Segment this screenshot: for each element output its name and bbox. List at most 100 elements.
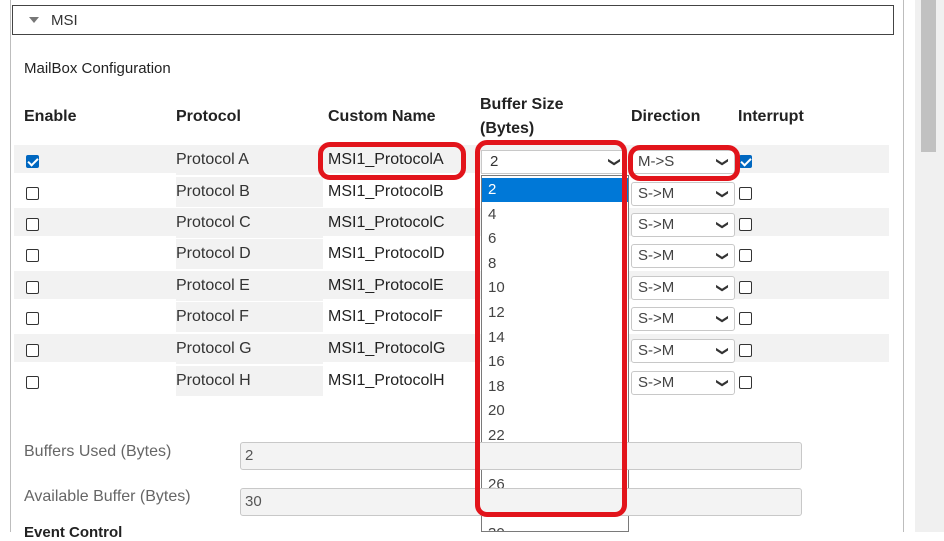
interrupt-checkbox[interactable]: [739, 187, 752, 200]
scrollbar-thumb[interactable]: [921, 0, 936, 152]
interrupt-checkbox[interactable]: [739, 281, 752, 294]
chevron-down-icon: ❯: [715, 313, 730, 325]
direction-select[interactable]: M->S ❯: [631, 150, 735, 174]
table-row: [14, 145, 889, 173]
buffer-size-option[interactable]: 18: [482, 375, 628, 399]
buffer-size-option[interactable]: 14: [482, 326, 628, 350]
panel-border-right: [903, 0, 904, 532]
enable-checkbox[interactable]: [26, 281, 39, 294]
chevron-down-icon: ❯: [715, 188, 730, 200]
direction-value: S->M: [638, 247, 675, 264]
enable-checkbox[interactable]: [26, 155, 39, 168]
available-buffer-field: 30: [240, 488, 802, 516]
table-row: [14, 271, 889, 299]
enable-checkbox[interactable]: [26, 312, 39, 325]
direction-value: S->M: [638, 185, 675, 202]
header-buffer-size-line1: Buffer Size: [480, 96, 564, 113]
enable-checkbox[interactable]: [26, 218, 39, 231]
buffer-size-option[interactable]: 30: [482, 522, 628, 531]
buffer-size-option[interactable]: 12: [482, 301, 628, 325]
section-title: MSI: [51, 11, 78, 29]
buffer-size-value: 2: [490, 153, 499, 170]
custom-name-input[interactable]: MSI1_ProtocolC: [328, 208, 445, 238]
header-buffer-size-line2: (Bytes): [480, 120, 535, 137]
custom-name-input[interactable]: MSI1_ProtocolF: [328, 302, 443, 332]
protocol-cell: Protocol A: [176, 145, 323, 175]
table-row: [14, 366, 889, 394]
header-interrupt: Interrupt: [738, 108, 804, 125]
buffer-size-option[interactable]: 8: [482, 252, 628, 276]
header-buffer-size: Buffer Size (Bytes): [480, 93, 564, 141]
direction-value: S->M: [638, 310, 675, 327]
table-row: [14, 239, 889, 267]
table-row: [14, 302, 889, 330]
buffers-used-value: 2: [245, 447, 254, 464]
custom-name-input[interactable]: MSI1_ProtocolE: [328, 271, 444, 301]
chevron-down-icon: ❯: [715, 282, 730, 294]
mailbox-configuration-label: MailBox Configuration: [24, 60, 171, 77]
custom-name-input[interactable]: MSI1_ProtocolG: [328, 334, 445, 364]
buffer-size-option[interactable]: 4: [482, 203, 628, 227]
protocol-cell: Protocol E: [176, 271, 323, 301]
table-row: [14, 208, 889, 236]
direction-select[interactable]: S->M ❯: [631, 276, 735, 300]
enable-checkbox[interactable]: [26, 344, 39, 357]
custom-name-input[interactable]: MSI1_ProtocolD: [328, 239, 445, 269]
enable-checkbox[interactable]: [26, 187, 39, 200]
chevron-down-icon: ❯: [715, 219, 730, 231]
interrupt-checkbox[interactable]: [739, 344, 752, 357]
direction-select[interactable]: S->M ❯: [631, 244, 735, 268]
header-custom-name: Custom Name: [328, 108, 436, 125]
interrupt-checkbox[interactable]: [739, 249, 752, 262]
buffer-size-option[interactable]: 20: [482, 399, 628, 423]
buffer-size-option[interactable]: 2: [482, 178, 628, 202]
buffer-size-option[interactable]: 16: [482, 350, 628, 374]
table-row: [14, 177, 889, 205]
buffer-size-option[interactable]: 10: [482, 276, 628, 300]
direction-value: S->M: [638, 374, 675, 391]
msi-section-header[interactable]: MSI: [12, 5, 894, 35]
protocol-cell: Protocol F: [176, 302, 323, 332]
custom-name-input[interactable]: MSI1_ProtocolB: [328, 177, 444, 207]
direction-value: M->S: [638, 153, 675, 170]
direction-value: S->M: [638, 216, 675, 233]
direction-select[interactable]: S->M ❯: [631, 339, 735, 363]
interrupt-checkbox[interactable]: [739, 218, 752, 231]
chevron-down-icon: ❯: [715, 250, 730, 262]
interrupt-checkbox[interactable]: [739, 155, 752, 168]
available-buffer-label: Available Buffer (Bytes): [24, 488, 191, 505]
protocol-cell: Protocol H: [176, 366, 323, 396]
protocol-cell: Protocol G: [176, 334, 323, 364]
buffer-size-option[interactable]: 6: [482, 227, 628, 251]
buffers-used-label: Buffers Used (Bytes): [24, 443, 172, 460]
chevron-down-icon: ❯: [715, 345, 730, 357]
vertical-scrollbar[interactable]: [915, 0, 944, 532]
panel-border-left: [10, 0, 11, 532]
enable-checkbox[interactable]: [26, 376, 39, 389]
chevron-down-icon: ❯: [607, 156, 622, 168]
direction-select[interactable]: S->M ❯: [631, 307, 735, 331]
direction-value: S->M: [638, 342, 675, 359]
buffer-size-select[interactable]: 2 ❯: [481, 150, 627, 174]
custom-name-input[interactable]: MSI1_ProtocolA: [328, 145, 444, 175]
protocol-cell: Protocol D: [176, 239, 323, 269]
interrupt-checkbox[interactable]: [739, 376, 752, 389]
header-direction: Direction: [631, 108, 701, 125]
buffer-size-dropdown-list[interactable]: 24681012141618202224262830: [481, 175, 629, 532]
direction-value: S->M: [638, 279, 675, 296]
custom-name-input[interactable]: MSI1_ProtocolH: [328, 366, 445, 396]
header-enable: Enable: [24, 108, 77, 125]
direction-select[interactable]: S->M ❯: [631, 182, 735, 206]
available-buffer-value: 30: [245, 493, 262, 510]
direction-select[interactable]: S->M ❯: [631, 213, 735, 237]
protocol-cell: Protocol B: [176, 177, 323, 207]
direction-select[interactable]: S->M ❯: [631, 371, 735, 395]
table-row: [14, 334, 889, 362]
protocol-cell: Protocol C: [176, 208, 323, 238]
enable-checkbox[interactable]: [26, 249, 39, 262]
buffers-used-field: 2: [240, 442, 802, 470]
triangle-down-icon[interactable]: [29, 17, 39, 23]
interrupt-checkbox[interactable]: [739, 312, 752, 325]
chevron-down-icon: ❯: [715, 377, 730, 389]
next-section-partial-label: Event Control: [24, 524, 123, 541]
